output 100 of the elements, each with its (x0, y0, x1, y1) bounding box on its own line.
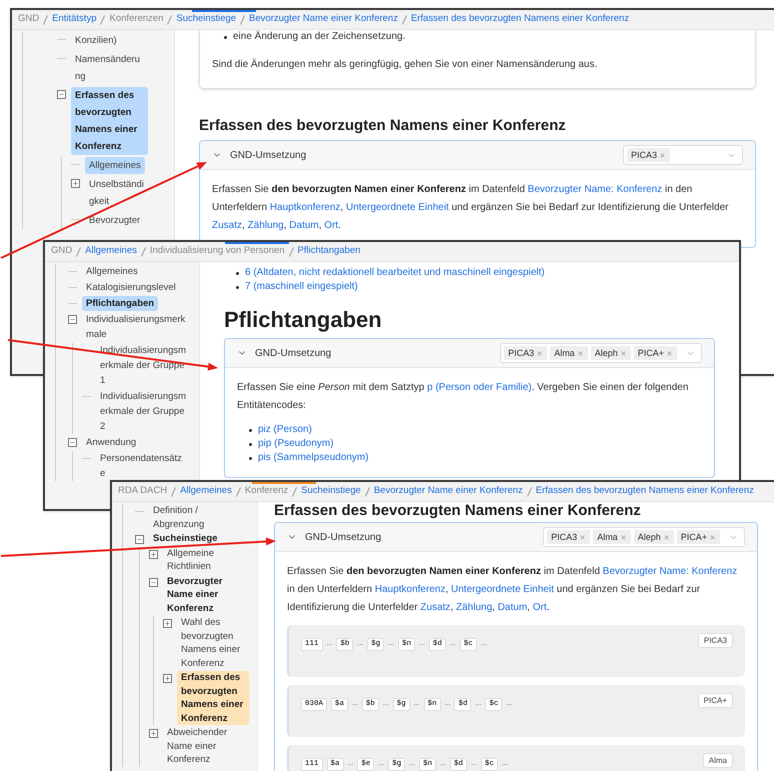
section-heading: Erfassen des bevorzugten Namens einer Konferenz (199, 116, 567, 136)
link[interactable]: Zählung (456, 602, 492, 613)
accordion-header[interactable]: GND-Umsetzung PICA3 Alma Aleph PICA+ (225, 339, 714, 368)
tree-item[interactable]: Wahl des bevorzugten Namens einer Konferenz (177, 616, 249, 670)
format-tag: PICA+ (676, 530, 720, 544)
separator-icon (100, 14, 106, 24)
breadcrumb-text[interactable]: RDA DACH (118, 484, 168, 499)
remove-icon[interactable] (620, 350, 627, 356)
bullet-icon (249, 428, 252, 432)
link[interactable]: Untergeordnete Einheit (346, 202, 449, 213)
tree-item[interactable]: Personendatensätze (96, 451, 191, 481)
breadcrumb-link[interactable]: Entitätstyp (52, 12, 96, 27)
link[interactable]: 6 (Altdaten, nicht redaktionell bearbeitet und maschinell eingespielt) (245, 266, 545, 280)
collapse-icon[interactable] (68, 438, 77, 447)
link[interactable]: piz (Person) (258, 423, 312, 437)
link[interactable]: Zählung (248, 220, 284, 231)
tree-item[interactable]: Namensänderung (71, 51, 148, 85)
remove-icon[interactable] (659, 152, 666, 158)
format-select[interactable]: PICA3 Alma Aleph PICA+ (500, 343, 702, 363)
format-select[interactable]: PICA3 Alma Aleph PICA+ (543, 527, 745, 547)
link[interactable]: p (Person oder Familie) (427, 382, 532, 393)
breadcrumb-text[interactable]: Konferenz (244, 484, 288, 499)
tree-item[interactable]: Sucheinstiege (149, 532, 222, 546)
expand-icon[interactable] (71, 179, 80, 188)
breadcrumb-text[interactable]: GND (18, 12, 40, 27)
breadcrumb-link[interactable]: Erfassen des bevorzugten Namens einer Konferenz (536, 484, 754, 499)
breadcrumb-link[interactable]: Bevorzugter Name einer Konferenz (249, 12, 398, 27)
breadcrumb-text[interactable]: Konferenzen (109, 12, 164, 27)
tree-item[interactable]: Individualisierungsmerkmale der Gruppe 2 (96, 389, 191, 434)
link[interactable]: Ort (532, 602, 547, 613)
tree-item[interactable]: Unselbständigkeit (85, 176, 148, 210)
collapse-icon[interactable] (57, 90, 66, 99)
format-tag: PICA3 (504, 346, 548, 360)
breadcrumb-link[interactable]: Sucheinstiege (176, 12, 236, 27)
collapse-icon[interactable] (149, 578, 158, 586)
expand-icon[interactable] (163, 619, 172, 628)
link[interactable]: Zusatz (212, 220, 242, 231)
accordion-header[interactable]: GND-Umsetzung PICA3 (200, 141, 755, 170)
separator-icon (240, 14, 246, 24)
tree-item[interactable]: Allgemeines (85, 157, 145, 174)
link[interactable]: 7 (maschinell eingespielt) (245, 280, 358, 294)
link[interactable]: Bevorzugter Name: Konferenz (602, 566, 738, 577)
tree-item[interactable]: Erfassen des bevorzugten Namens einer Konferenz (71, 87, 148, 155)
remove-icon[interactable] (709, 534, 716, 540)
link[interactable]: Datum (289, 220, 319, 231)
format-tag: Aleph (634, 530, 674, 544)
remove-icon[interactable] (576, 350, 584, 356)
remove-icon[interactable] (620, 534, 627, 540)
link[interactable]: Datum (498, 602, 528, 613)
format-label: Alma (702, 753, 733, 768)
breadcrumb-link[interactable]: Bevorzugter Name einer Konferenz (374, 484, 523, 499)
tree-item[interactable]: Allgemeines (82, 264, 142, 279)
link[interactable]: Untergeordnete Einheit (451, 584, 554, 595)
tree-item[interactable]: Individualisierungsmerkmale der Gruppe 1 (96, 343, 191, 388)
remove-icon[interactable] (662, 534, 670, 540)
format-tag: Alma (593, 530, 631, 544)
accordion-header[interactable]: GND-Umsetzung PICA3 Alma Aleph PICA+ (275, 523, 757, 552)
remove-icon[interactable] (579, 534, 586, 540)
remove-icon[interactable] (536, 350, 544, 356)
tree-item[interactable]: Erfassen des bevorzugten Namens einer Konferenz (177, 671, 249, 725)
tree-item[interactable]: Anwendung (82, 435, 140, 450)
bullet-icon (224, 36, 227, 38)
separator-icon (140, 246, 146, 256)
tree-item[interactable]: Individualisierungsmerkmale (82, 312, 191, 342)
link[interactable]: Ort (324, 220, 338, 231)
breadcrumb-link[interactable]: Pflichtangaben (298, 244, 360, 259)
accordion-title: GND-Umsetzung (230, 148, 306, 162)
link[interactable]: pis (Sammelpseudonym) (258, 451, 369, 465)
expand-icon[interactable] (163, 674, 172, 683)
tree-item[interactable]: Katalogisierungslevel (82, 280, 180, 295)
breadcrumb-link[interactable]: Sucheinstiege (301, 484, 361, 499)
expand-icon[interactable] (149, 550, 158, 558)
breadcrumb-text[interactable]: GND (51, 244, 72, 259)
collapse-icon[interactable] (135, 535, 144, 544)
link[interactable]: Hauptkonferenz (374, 584, 446, 595)
paragraph: Sind die Änderungen mehr als geringfügig, gehen Sie von einer Namensänderung aus. (212, 58, 598, 72)
expand-icon[interactable] (149, 729, 158, 738)
remove-icon[interactable] (666, 350, 673, 356)
tree-item[interactable]: Bevorzugter (85, 212, 144, 229)
link[interactable]: pip (Pseudonym) (258, 437, 334, 451)
tree-item[interactable]: Abweichender Name einer Konferenz (163, 726, 249, 766)
link[interactable]: Bevorzugter Name: Konferenz (528, 184, 662, 195)
link[interactable]: Hauptkonferenz (270, 202, 340, 213)
breadcrumb-link[interactable]: Allgemeines (180, 484, 232, 499)
section-heading: Erfassen des bevorzugten Namens einer Konferenz (274, 502, 642, 520)
separator-icon (76, 246, 82, 256)
tree-item[interactable]: Definition / Abgrenzung (149, 504, 249, 531)
tree-item[interactable]: Konzilien) (71, 32, 121, 49)
link[interactable]: Zusatz (420, 602, 450, 613)
tree-item[interactable]: Allgemeine Richtlinien (163, 546, 249, 574)
tree-item[interactable]: Bevorzugter Name einer Konferenz (163, 574, 249, 615)
tree-item[interactable]: Pflichtangaben (82, 296, 158, 311)
breadcrumb-text[interactable]: Individualisierung von Personen (150, 244, 285, 259)
format-select[interactable]: PICA3 (623, 145, 743, 165)
format-tag: PICA+ (634, 346, 677, 360)
format-tag: Aleph (590, 346, 631, 360)
collapse-icon[interactable] (68, 315, 77, 324)
breadcrumb-link[interactable]: Allgemeines (85, 244, 137, 259)
format-label: PICA+ (698, 693, 733, 708)
breadcrumb-link[interactable]: Erfassen des bevorzugten Namens einer Konferenz (410, 12, 630, 27)
